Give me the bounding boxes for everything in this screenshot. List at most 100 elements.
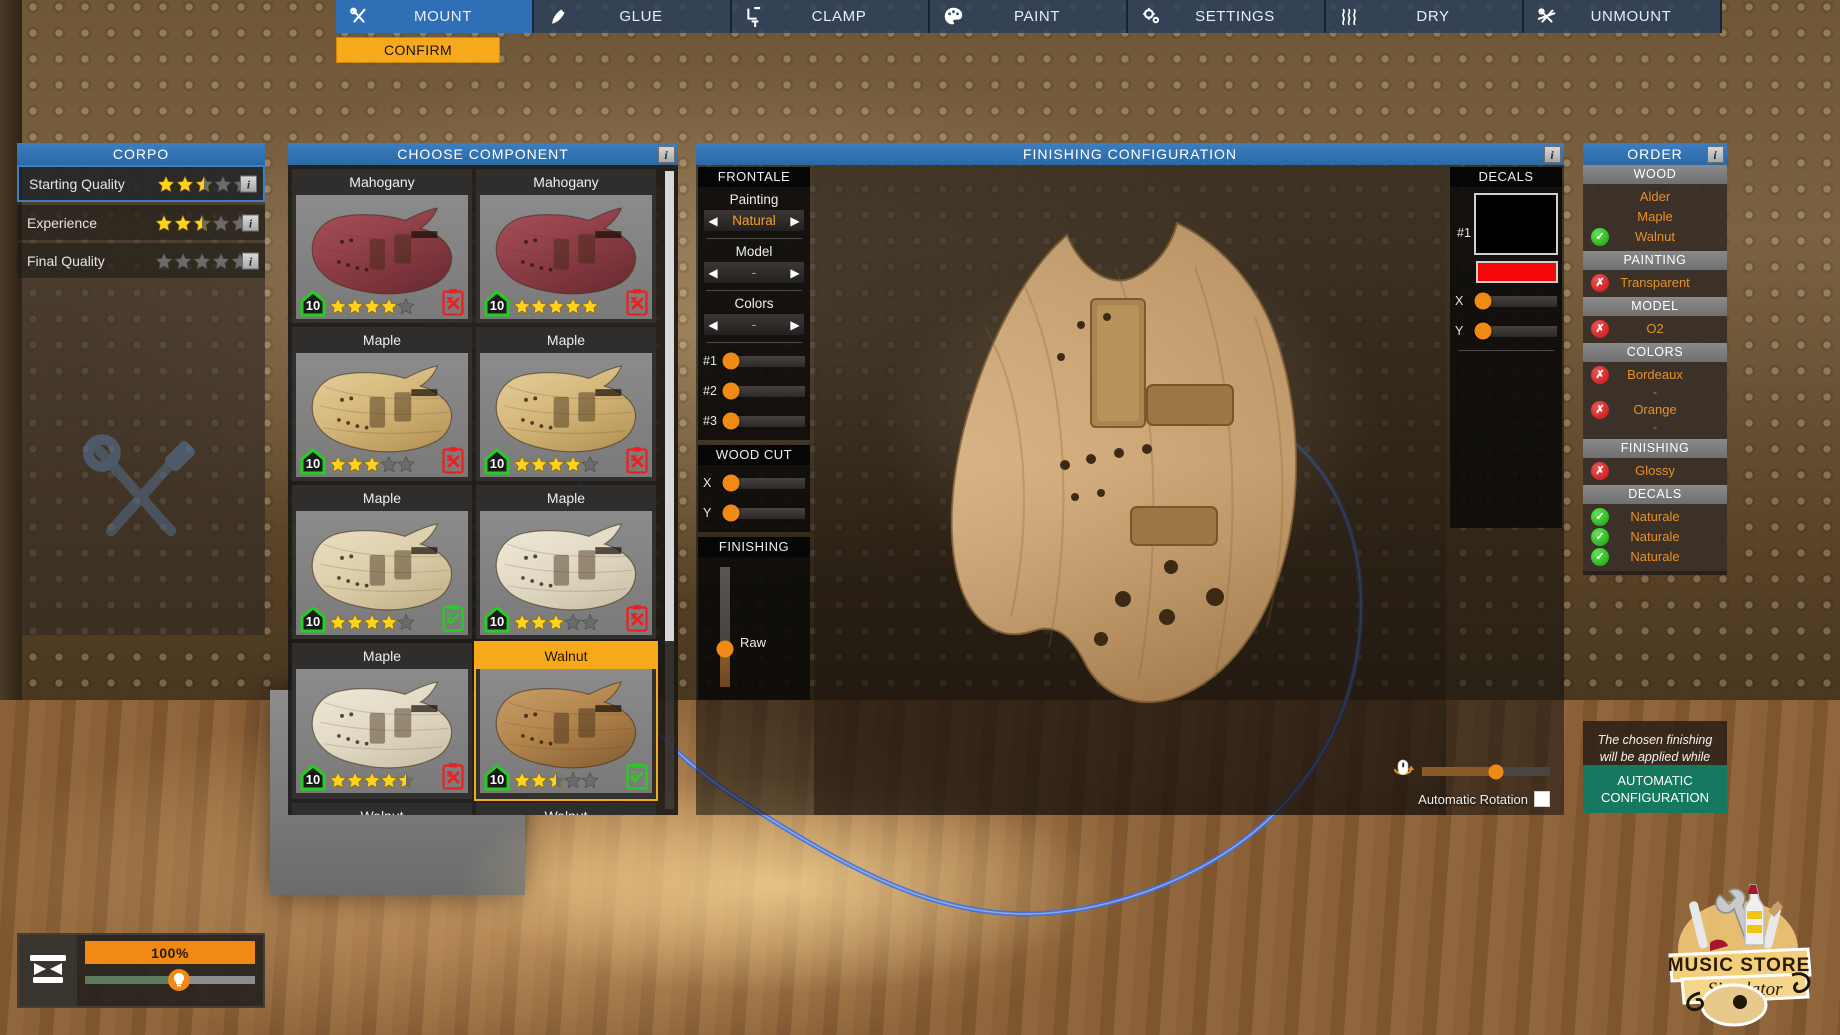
confirm-button[interactable]: CONFIRM [336, 37, 500, 63]
chooser-scrollbar-thumb[interactable] [665, 171, 674, 641]
tool-tab-paint[interactable]: PAINT [930, 0, 1128, 33]
unmount-icon [1524, 6, 1570, 28]
cross-icon: ✗ [1591, 274, 1609, 292]
tool-tab-clamp[interactable]: CLAMP [732, 0, 930, 33]
tool-tab-label: UNMOUNT [1590, 8, 1672, 25]
frontale-slider-knob[interactable] [722, 352, 740, 370]
corpo-stat-rating [155, 252, 249, 270]
component-card[interactable]: Walnut 10 [292, 803, 472, 815]
star-icon [174, 252, 192, 270]
component-card[interactable]: Mahogany 10 [292, 169, 472, 323]
wood-cut-sliders: X Y [698, 471, 810, 525]
star-icon [547, 297, 565, 315]
star-icon [397, 613, 415, 631]
finishing-slider-knob[interactable] [716, 640, 734, 658]
component-card[interactable]: Mahogany 10 [476, 169, 656, 323]
decal-slider-knob[interactable] [1474, 292, 1492, 310]
spinner-next-icon[interactable]: ▶ [786, 266, 804, 280]
tool-tab-settings[interactable]: SETTINGS [1128, 0, 1326, 33]
chooser-info-icon[interactable]: i [658, 146, 675, 163]
decal-slider-label: X [1455, 294, 1464, 308]
component-card[interactable]: Walnut 10 [476, 803, 656, 815]
frontale-field-label: Colors [734, 296, 774, 311]
corpo-row-info-icon[interactable]: i [242, 252, 259, 269]
tool-tab-dry[interactable]: DRY [1326, 0, 1524, 33]
decal-slider-track[interactable] [1474, 322, 1557, 340]
frontale-slider-track[interactable] [722, 382, 805, 400]
star-icon [513, 455, 531, 473]
spinner-prev-icon[interactable]: ◀ [704, 318, 722, 332]
corpo-stat-label: Experience [27, 214, 98, 231]
finishing-configuration-panel: FINISHING CONFIGURATION i FRONTALE Paint… [696, 143, 1564, 815]
cross-icon: ✗ [1591, 320, 1609, 338]
order-item: ✓ Naturale [1583, 527, 1727, 547]
corpo-title-text: CORPO [112, 146, 170, 162]
component-card[interactable]: Walnut 10 [474, 641, 658, 801]
rotation-slider-knob[interactable] [1488, 764, 1504, 779]
component-card-thumbnail: 10 [296, 353, 468, 477]
wood-cut-slider-track[interactable] [722, 474, 805, 492]
order-item: Maple [1583, 207, 1727, 227]
tool-tab-mount[interactable]: MOUNT [336, 0, 534, 33]
tool-tab-glue[interactable]: GLUE [534, 0, 732, 33]
corpo-stat-rating [155, 214, 249, 232]
automatic-rotation-checkbox[interactable] [1534, 791, 1550, 807]
frontale-slider-knob[interactable] [722, 382, 740, 400]
wood-cut-slider-label: Y [703, 506, 712, 520]
component-card[interactable]: Maple 10 [292, 643, 472, 799]
corpo-stat-rows: Starting Quality i Experience i Final Qual… [17, 165, 265, 278]
finconf-info-icon[interactable]: i [1544, 146, 1561, 163]
frontale-sliders: #1 #2 #3 [698, 349, 810, 433]
frontale-slider-track[interactable] [722, 412, 805, 430]
decal-slider-track[interactable] [1474, 292, 1557, 310]
choose-component-panel: CHOOSE COMPONENT i Mahogany 10 Mahogany … [288, 143, 678, 815]
spinner-prev-icon[interactable]: ◀ [704, 266, 722, 280]
order-item: ✗ Orange [1583, 400, 1727, 420]
wood-cut-slider-track[interactable] [722, 504, 805, 522]
decal-color-swatch[interactable] [1476, 261, 1558, 283]
rotation-slider-track[interactable] [1422, 764, 1550, 779]
frontale-field-spinner[interactable]: ◀ - ▶ [704, 314, 804, 335]
frontale-field-spinner[interactable]: ◀ Natural ▶ [704, 210, 804, 231]
finconf-panel-title: FINISHING CONFIGURATION i [696, 143, 1564, 165]
rotation-slider-row [1390, 756, 1550, 787]
stock-count: 10 [489, 456, 505, 471]
star-icon [380, 455, 398, 473]
order-info-icon[interactable]: i [1707, 146, 1724, 163]
frontale-slider-track[interactable] [722, 352, 805, 370]
cross-icon: ✗ [1591, 401, 1609, 419]
corpo-row-info-icon[interactable]: i [242, 214, 259, 231]
component-card[interactable]: Maple 10 [292, 485, 472, 639]
corpo-stat-row-final-quality[interactable]: Final Quality i [17, 243, 265, 278]
decal-preview-swatch[interactable] [1474, 193, 1558, 255]
order-group-header: COLORS [1583, 343, 1727, 362]
star-icon [363, 613, 381, 631]
star-icon [581, 455, 599, 473]
decal-slider-knob[interactable] [1474, 322, 1492, 340]
component-card[interactable]: Maple 10 [292, 327, 472, 481]
tool-tab-unmount[interactable]: UNMOUNT [1524, 0, 1722, 33]
component-card[interactable]: Maple 10 [476, 327, 656, 481]
star-icon [346, 613, 364, 631]
wood-cut-slider-knob[interactable] [722, 504, 740, 522]
wood-cut-slider-knob[interactable] [722, 474, 740, 492]
spinner-prev-icon[interactable]: ◀ [704, 214, 722, 228]
wood-cut-header: WOOD CUT [698, 445, 810, 465]
component-card[interactable]: Maple 10 [476, 485, 656, 639]
frontale-slider-knob[interactable] [722, 412, 740, 430]
finishing-level-slider[interactable]: Raw [712, 567, 802, 687]
frontale-field-spinner[interactable]: ◀ - ▶ [704, 262, 804, 283]
guitar-3d-viewport[interactable] [814, 165, 1446, 815]
corpo-stat-row-starting-quality[interactable]: Starting Quality i [17, 165, 265, 202]
guitar-body-model [950, 221, 1298, 704]
automatic-rotation-row: Automatic Rotation [1390, 791, 1550, 807]
star-icon [329, 455, 347, 473]
corpo-stat-row-experience[interactable]: Experience i [17, 205, 265, 240]
tool-mode-toolbar[interactable]: MOUNT GLUE CLAMP PAINT SETTINGS DRY UNMO… [336, 0, 1722, 33]
automatic-configuration-button[interactable]: AUTOMATIC CONFIGURATION [1583, 765, 1727, 813]
spinner-next-icon[interactable]: ▶ [786, 214, 804, 228]
corpo-row-info-icon[interactable]: i [240, 175, 257, 192]
field-divider [706, 342, 802, 343]
order-item-label: - [1653, 420, 1657, 434]
spinner-next-icon[interactable]: ▶ [786, 318, 804, 332]
